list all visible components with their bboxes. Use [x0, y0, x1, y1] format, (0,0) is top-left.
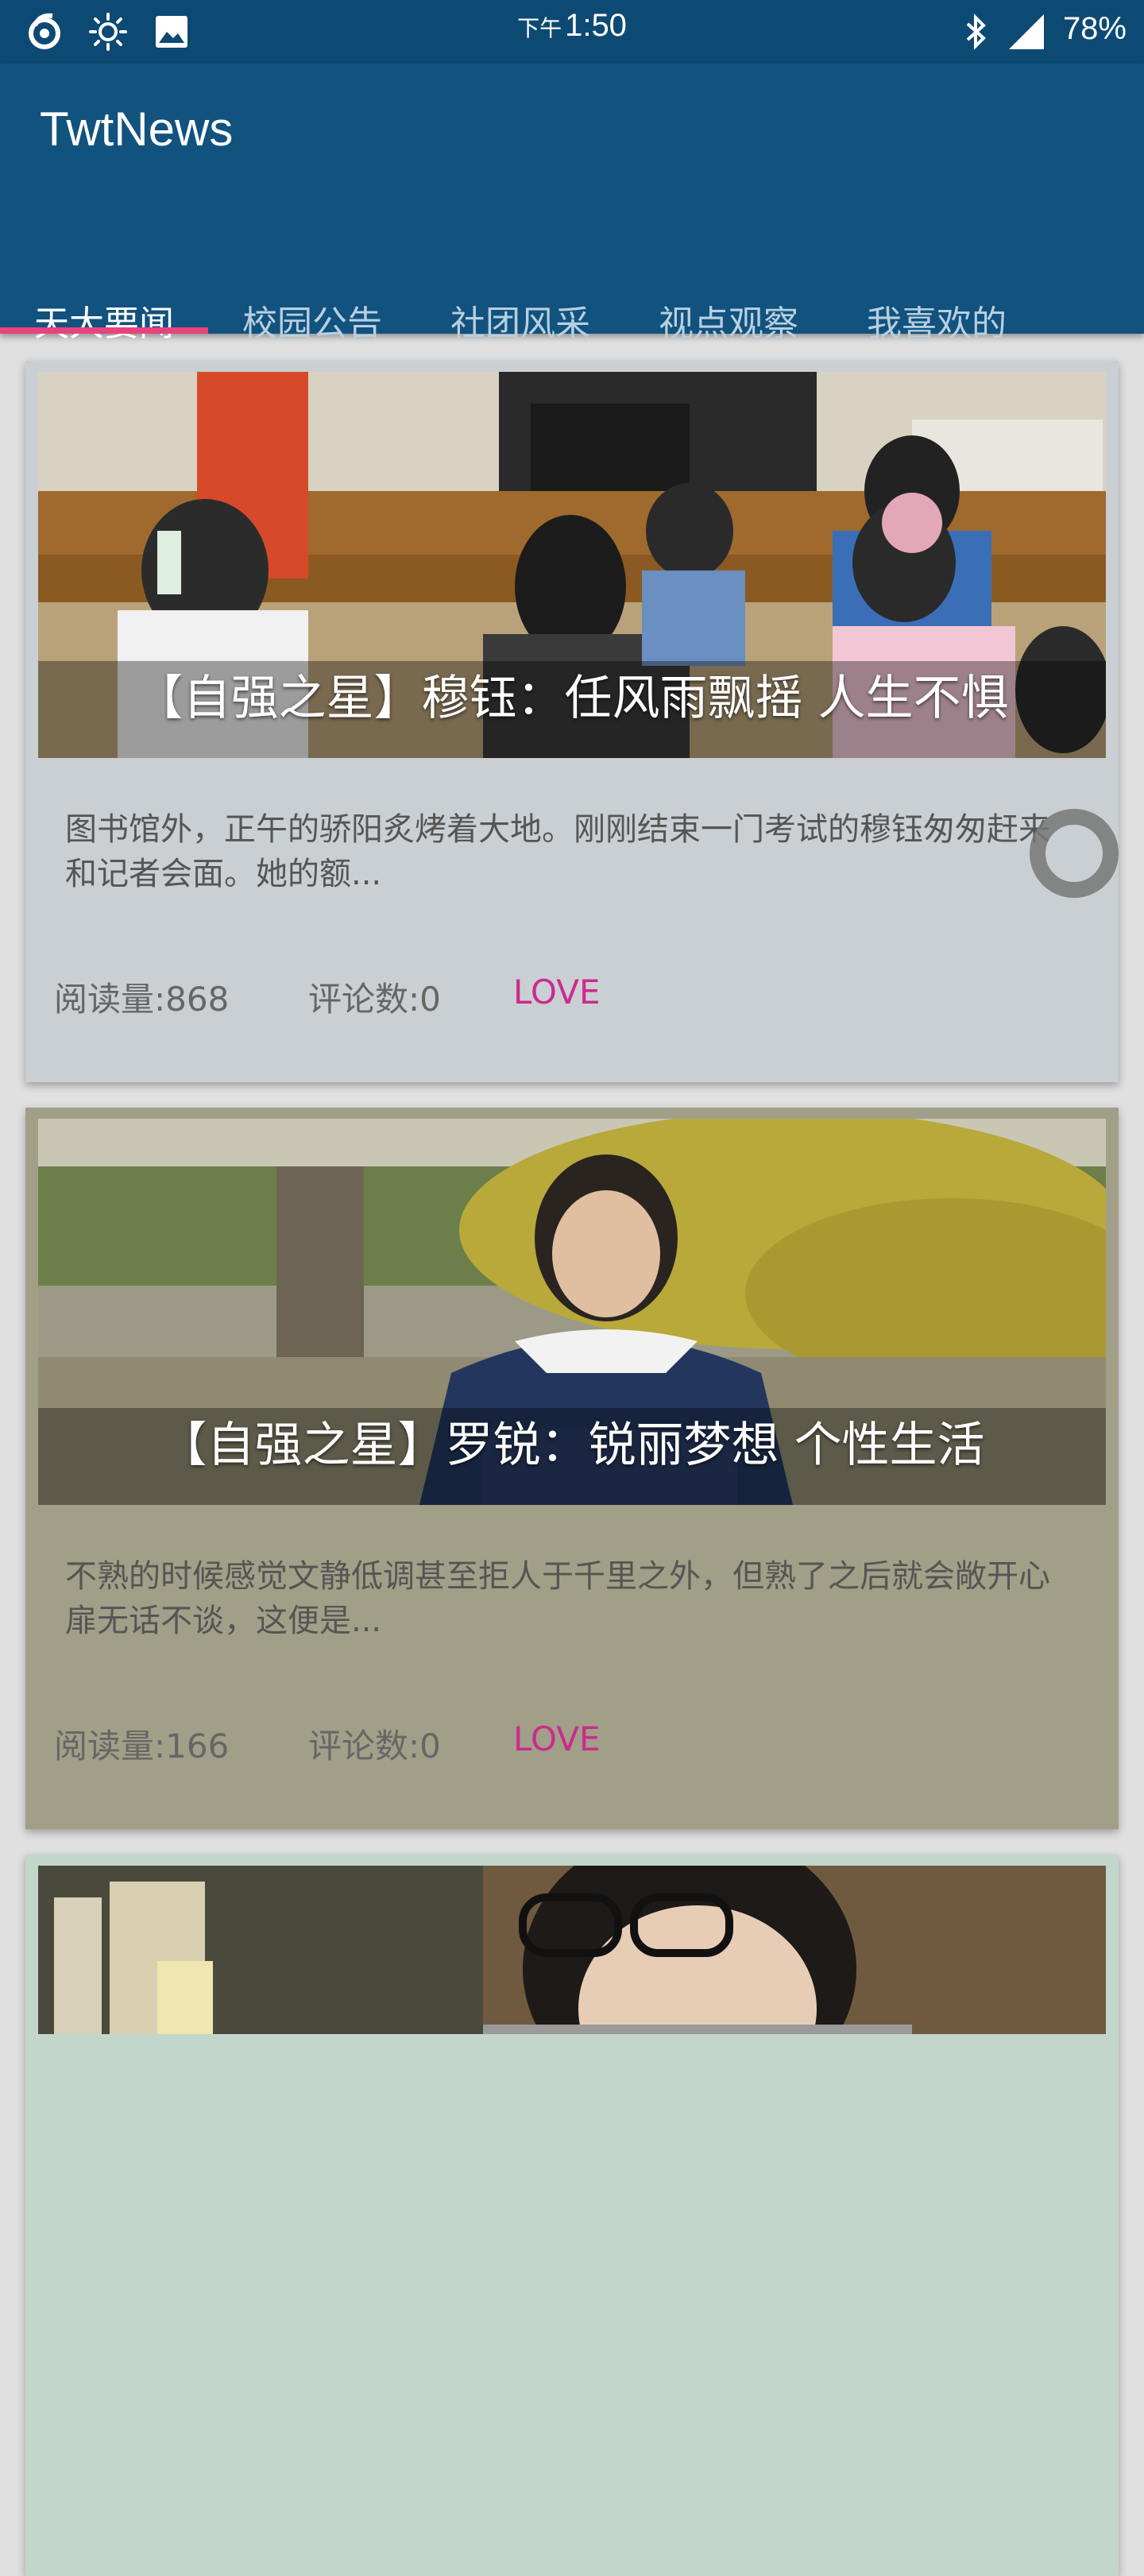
app-bar: TwtNews 天大要闻 校园公告 社团风采 视点观察 我喜欢的	[0, 64, 1144, 342]
battery-level: 78%	[1062, 11, 1127, 46]
tab-viewpoints[interactable]: 视点观察	[624, 230, 833, 342]
app-title: TwtNews	[40, 102, 234, 156]
tab-tianda-news[interactable]: 天大要闻	[0, 230, 208, 342]
view-count: 阅读量:166	[54, 1727, 230, 1766]
love-button[interactable]: LOVE	[513, 973, 601, 1011]
article-title: 【自强之星】穆钰：任风雨飘摇 人生不惧	[135, 671, 1009, 726]
article-title: 【自强之星】罗锐：锐丽梦想 个性生活	[159, 1418, 985, 1473]
article-image: 【自强之星】穆钰：任风雨飘摇 人生不惧	[38, 372, 1106, 758]
article-card[interactable]	[25, 1855, 1119, 2576]
loading-spinner	[1030, 809, 1119, 898]
tab-favorites[interactable]: 我喜欢的	[833, 230, 1041, 342]
clock-ampm: 下午	[517, 16, 562, 41]
article-image	[38, 1866, 1106, 2034]
portrait-photo	[38, 1866, 1106, 2034]
tab-label: 我喜欢的	[867, 304, 1007, 344]
tab-label: 视点观察	[659, 304, 798, 344]
tab-label: 校园公告	[242, 304, 382, 344]
tab-campus-notices[interactable]: 校园公告	[208, 230, 416, 342]
comment-count: 评论数:0	[308, 1727, 441, 1766]
love-button[interactable]: LOVE	[513, 1719, 601, 1758]
tab-label: 社团风采	[450, 304, 590, 344]
article-image: 【自强之星】罗锐：锐丽梦想 个性生活	[38, 1119, 1106, 1505]
signal-icon	[1009, 14, 1044, 49]
status-bar: 下午 1:50 78%	[0, 0, 1144, 64]
bluetooth-icon	[966, 14, 986, 50]
article-excerpt: 不熟的时候感觉文静低调甚至拒人于千里之外，但熟了之后就会敞开心扉无话不谈，这便是…	[65, 1558, 1050, 1639]
tab-bar: 天大要闻 校园公告 社团风采 视点观察 我喜欢的	[0, 230, 1144, 342]
article-card[interactable]: 【自强之星】穆钰：任风雨飘摇 人生不惧 图书馆外，正午的骄阳炙烤着大地。刚刚结束…	[25, 361, 1119, 1082]
comment-count: 评论数:0	[308, 980, 441, 1019]
tab-indicator	[0, 327, 208, 334]
tab-club-showcase[interactable]: 社团风采	[416, 230, 624, 342]
view-count: 阅读量:868	[54, 980, 230, 1019]
title-overlay: 【自强之星】罗锐：锐丽梦想 个性生活	[38, 1408, 1106, 1505]
tab-label: 天大要闻	[34, 304, 174, 344]
clock-time: 1:50	[565, 8, 627, 43]
article-card[interactable]: 【自强之星】罗锐：锐丽梦想 个性生活 不熟的时候感觉文静低调甚至拒人于千里之外，…	[25, 1108, 1119, 1829]
title-overlay: 【自强之星】穆钰：任风雨飘摇 人生不惧	[38, 661, 1106, 758]
article-excerpt: 图书馆外，正午的骄阳炙烤着大地。刚刚结束一门考试的穆钰匆匆赶来和记者会面。她的额…	[65, 811, 1050, 892]
